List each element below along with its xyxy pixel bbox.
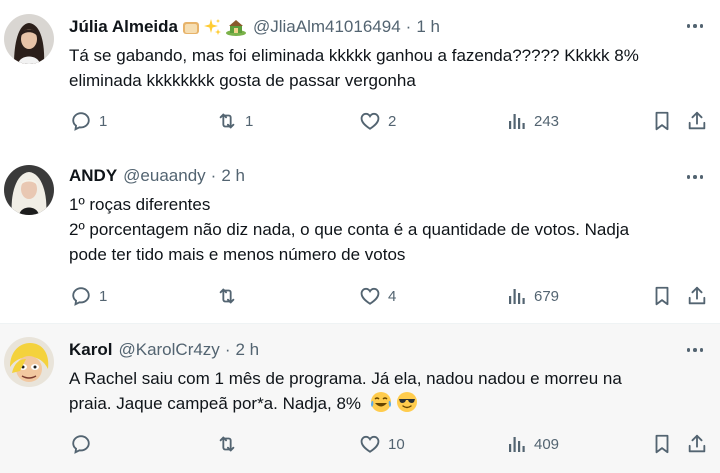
- timestamp[interactable]: 2 h: [235, 340, 259, 360]
- separator-dot: ·: [405, 17, 412, 36]
- more-icon[interactable]: [684, 167, 706, 187]
- tweet-text-line: praia. Jaque campeã por*a. Nadja, 8%: [69, 391, 702, 416]
- view-count: 243: [534, 112, 560, 130]
- tweet-text: A Rachel saiu com 1 mês de programa. Já …: [69, 366, 702, 416]
- like-button[interactable]: 2: [359, 107, 396, 135]
- separator-dot: ·: [210, 166, 217, 185]
- bookmark-button[interactable]: [651, 107, 673, 135]
- tweet[interactable]: Karol @KarolCr4zy · 2 h A Rachel saiu co…: [0, 324, 720, 473]
- more-icon[interactable]: [684, 340, 706, 360]
- separator-dot: ·: [224, 340, 231, 359]
- like-count: 2: [388, 112, 397, 130]
- author-handle[interactable]: @euaandy: [123, 166, 206, 186]
- author-name[interactable]: Júlia Almeida: [69, 17, 178, 37]
- avatar[interactable]: [4, 337, 54, 387]
- bookmark-icon: [655, 286, 669, 306]
- action-bar: 1 4 679: [0, 282, 720, 310]
- tweet-text: Tá se gabando, mas foi eliminada kkkkk g…: [69, 43, 702, 93]
- share-button[interactable]: [686, 282, 708, 310]
- reply-icon: [72, 435, 90, 454]
- reply-icon: [72, 287, 90, 306]
- share-icon: [688, 434, 706, 453]
- repost-button[interactable]: [216, 282, 245, 310]
- action-bar: 10 409: [0, 430, 720, 458]
- views-icon: [509, 114, 525, 129]
- like-button[interactable]: 4: [359, 282, 396, 310]
- reply-count: 1: [99, 287, 108, 305]
- avatar[interactable]: [4, 14, 54, 64]
- name-emojis: [181, 17, 247, 37]
- repost-count: 1: [245, 112, 254, 130]
- author-handle[interactable]: @JliaAlm41016494: [253, 17, 401, 37]
- views-button[interactable]: 409: [507, 430, 559, 458]
- reply-button[interactable]: 1: [70, 282, 107, 310]
- joy-emoji: [370, 392, 391, 412]
- tweet-text-line: A Rachel saiu com 1 mês de programa. Já …: [69, 369, 622, 388]
- farmhouse-emoji: [225, 20, 246, 36]
- views-icon: [509, 437, 525, 452]
- repost-icon: [219, 113, 235, 129]
- tweet-text-line: 1º roças diferentes: [69, 195, 211, 214]
- repost-button[interactable]: [216, 430, 245, 458]
- bookmark-icon: [655, 434, 669, 454]
- share-icon: [688, 286, 706, 305]
- bookmark-button[interactable]: [651, 282, 673, 310]
- tweet-text: 1º roças diferentes 2º porcentagem não d…: [69, 192, 702, 267]
- tweet-text-line: pode ter tido mais e menos número de vot…: [69, 245, 406, 264]
- tweet-header: ANDY @euaandy · 2 h: [69, 164, 245, 188]
- repost-icon: [219, 436, 235, 452]
- bookmark-icon: [655, 111, 669, 131]
- tweet-text-line: Tá se gabando, mas foi eliminada kkkkk g…: [69, 46, 639, 65]
- like-count: 10: [388, 435, 405, 453]
- action-bar: 1 1 2 243: [0, 107, 720, 135]
- views-icon: [509, 289, 525, 304]
- view-count: 409: [534, 435, 560, 453]
- views-button[interactable]: 243: [507, 107, 559, 135]
- bread-emoji: [182, 22, 199, 34]
- author-name[interactable]: ANDY: [69, 166, 117, 186]
- like-icon: [360, 435, 380, 453]
- avatar[interactable]: [4, 165, 54, 215]
- like-button[interactable]: 10: [359, 430, 405, 458]
- like-count: 4: [388, 287, 397, 305]
- tweet[interactable]: Júlia Almeida @JliaAlm41016494 · 1 h Tá …: [0, 0, 720, 152]
- tweet-header: Júlia Almeida @JliaAlm41016494 · 1 h: [69, 15, 440, 39]
- share-button[interactable]: [686, 107, 708, 135]
- more-icon[interactable]: [684, 16, 706, 36]
- tweet-text-line: eliminada kkkkkkkk gosta de passar vergo…: [69, 71, 416, 90]
- like-icon: [360, 287, 380, 305]
- share-icon: [688, 111, 706, 130]
- sparkles-emoji: [203, 19, 221, 35]
- tweet-text-span: praia. Jaque campeã por*a. Nadja, 8%: [69, 394, 362, 413]
- tweet-text-line: 2º porcentagem não diz nada, o que conta…: [69, 220, 630, 239]
- sunglasses-emoji: [397, 392, 418, 412]
- views-button[interactable]: 679: [507, 282, 559, 310]
- reply-button[interactable]: 1: [70, 107, 107, 135]
- share-button[interactable]: [686, 430, 708, 458]
- author-name[interactable]: Karol: [69, 340, 112, 360]
- timestamp[interactable]: 2 h: [221, 166, 245, 186]
- view-count: 679: [534, 287, 560, 305]
- reply-button[interactable]: [70, 430, 99, 458]
- repost-icon: [219, 288, 235, 304]
- repost-button[interactable]: 1: [216, 107, 253, 135]
- author-handle[interactable]: @KarolCr4zy: [118, 340, 219, 360]
- like-icon: [360, 112, 380, 130]
- tweet[interactable]: ANDY @euaandy · 2 h 1º roças diferentes …: [0, 152, 720, 324]
- timestamp[interactable]: 1 h: [416, 17, 440, 37]
- bookmark-button[interactable]: [651, 430, 673, 458]
- reply-icon: [72, 112, 90, 131]
- reply-count: 1: [99, 112, 108, 130]
- tweet-header: Karol @KarolCr4zy · 2 h: [69, 338, 259, 362]
